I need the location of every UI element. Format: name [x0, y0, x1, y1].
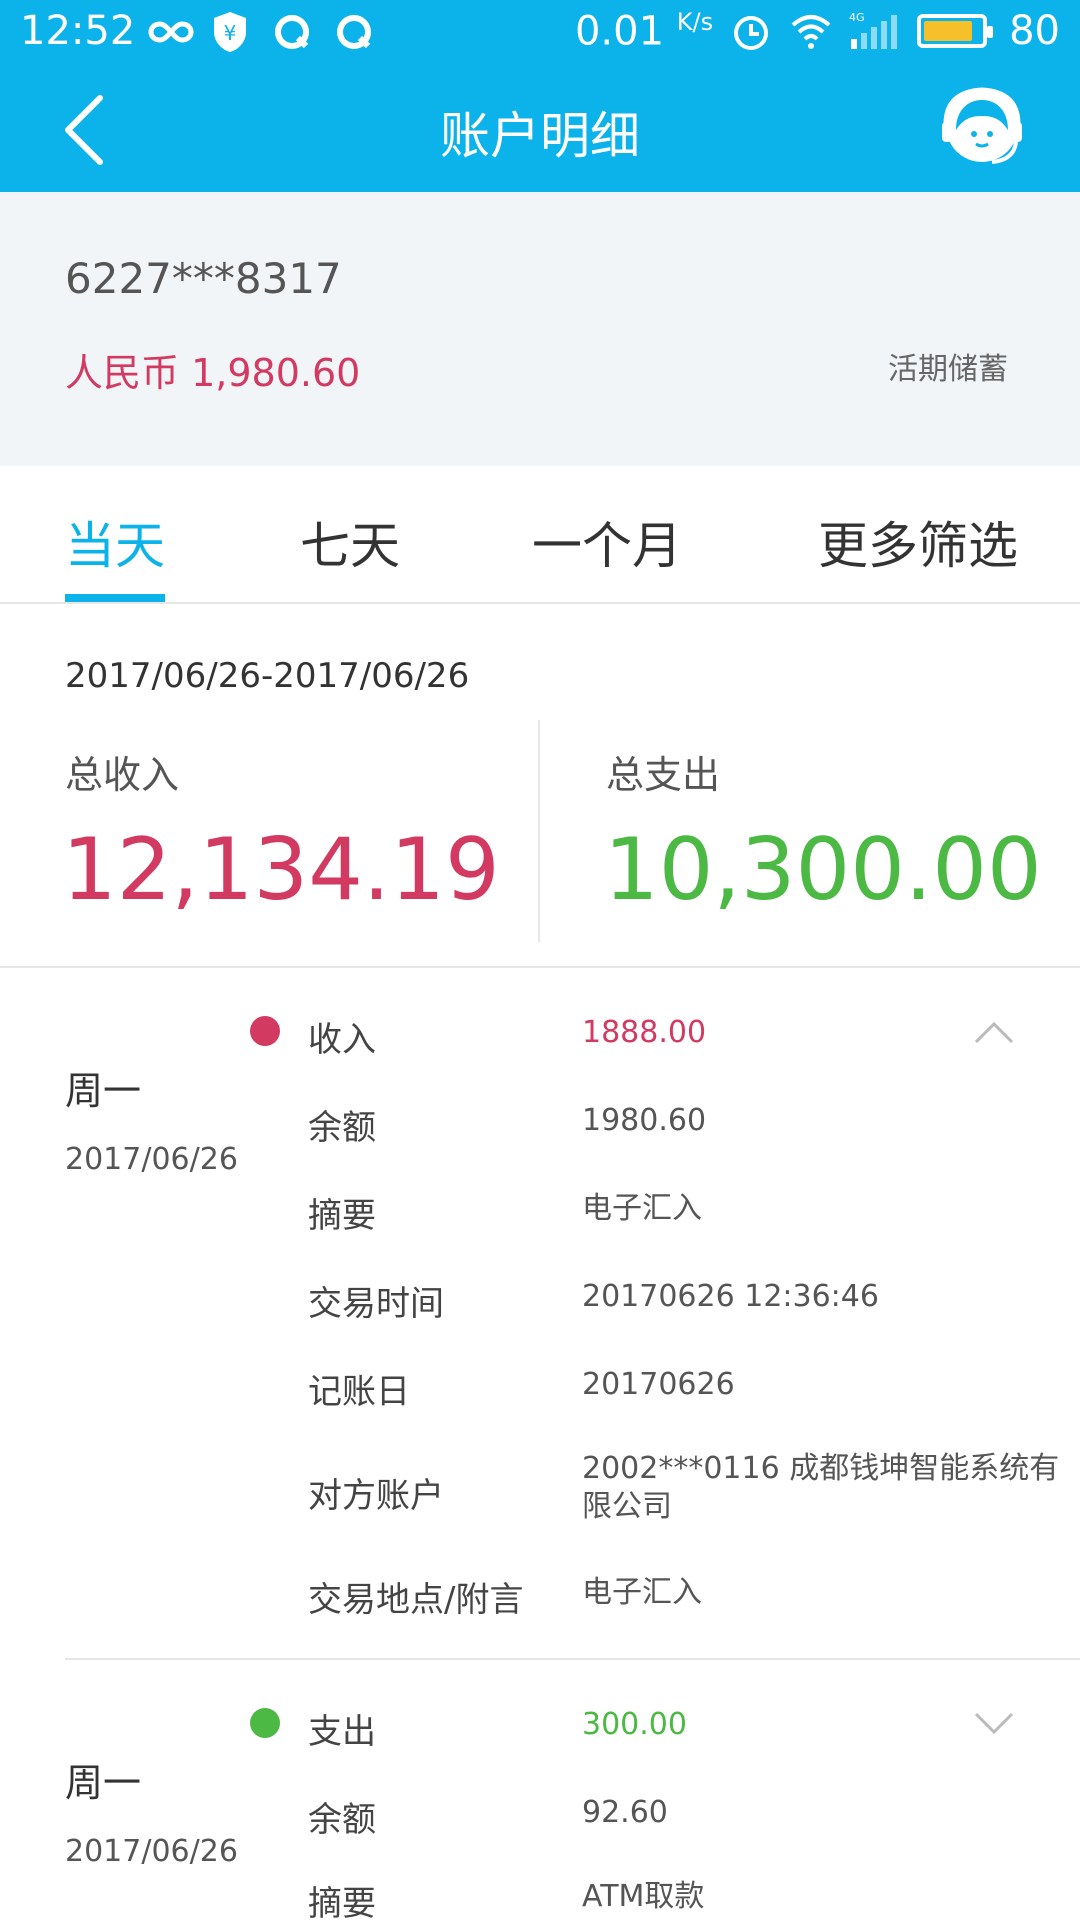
detail-value-balance: 1980.60 — [582, 1103, 707, 1138]
total-expense-value: 10,300.00 — [604, 820, 1042, 920]
detail-value-balance: 92.60 — [582, 1795, 668, 1830]
svg-text:¥: ¥ — [224, 21, 237, 45]
income-dot-icon — [250, 1016, 280, 1046]
status-left-icons: ¥ — [148, 10, 378, 54]
transaction-date: 2017/06/26 — [65, 1142, 238, 1177]
expense-dot-icon — [250, 1708, 280, 1738]
battery-level: 80 — [1009, 8, 1060, 55]
active-tab-indicator — [65, 594, 165, 602]
total-income-value: 12,134.19 — [62, 820, 500, 920]
total-expense-label: 总支出 — [606, 753, 721, 797]
transaction-date: 2017/06/26 — [65, 1834, 238, 1869]
detail-label-summary: 摘要 — [308, 1884, 376, 1924]
detail-label-counterparty: 对方账户 — [308, 1476, 444, 1516]
detail-label-balance: 余额 — [308, 1800, 376, 1840]
transaction-weekday: 周一 — [65, 1069, 142, 1113]
tab-today[interactable]: 当天 — [65, 506, 165, 578]
tab-one-month[interactable]: 一个月 — [532, 506, 682, 578]
status-right: 0.01 K/s 4G 80 — [575, 8, 1060, 54]
status-time: 12:52 — [20, 8, 136, 54]
q-icon — [272, 10, 316, 54]
detail-value-time: 20170626 12:36:46 — [582, 1279, 879, 1314]
detail-label-balance: 余额 — [308, 1108, 376, 1148]
detail-value-summary: ATM取款 — [582, 1879, 705, 1914]
battery-icon — [917, 14, 994, 49]
account-type: 活期储蓄 — [888, 352, 1008, 387]
detail-value-location-note: 电子汇入 — [582, 1575, 702, 1610]
page-title: 账户明细 — [440, 107, 640, 165]
detail-label-time: 交易时间 — [308, 1284, 444, 1324]
chevron-up-icon[interactable] — [974, 1020, 1014, 1044]
customer-service-icon[interactable] — [942, 86, 1022, 170]
detail-label-location-note: 交易地点/附言 — [308, 1580, 524, 1620]
svg-text:4G: 4G — [849, 11, 865, 24]
detail-value-counterparty: 2002***0116 成都钱坤智能系统有限公司 — [582, 1451, 1060, 1524]
net-speed: 0.01 K/s — [574, 8, 714, 55]
detail-value-summary: 电子汇入 — [582, 1191, 702, 1226]
status-bar: 12:52 ¥ 0.01 K/s 4G 80 — [0, 0, 1080, 66]
account-number: 6227***8317 — [65, 254, 342, 303]
wifi-icon — [789, 9, 833, 53]
detail-label-summary: 摘要 — [308, 1196, 376, 1236]
date-range: 2017/06/26-2017/06/26 — [65, 656, 470, 696]
detail-label-posting-date: 记账日 — [308, 1372, 410, 1412]
transaction-item[interactable]: 周一 2017/06/26 支出 300.00 余额 92.60 摘要 ATM取… — [0, 1660, 1080, 1924]
signal-4g-icon: 4G — [849, 9, 901, 53]
transaction-kind: 收入 — [308, 1020, 376, 1060]
transaction-item[interactable]: 周一 2017/06/26 收入 1888.00 余额 1980.60 摘要 电… — [0, 968, 1080, 1658]
alarm-icon — [729, 9, 773, 53]
shield-yen-icon: ¥ — [210, 10, 254, 54]
tab-seven-days[interactable]: 七天 — [300, 506, 400, 578]
app-header: 12:52 ¥ 0.01 K/s 4G 80 账户明细 — [0, 0, 1080, 192]
infinity-icon — [148, 10, 194, 54]
period-tabs: 当天 七天 一个月 更多筛选 — [0, 466, 1080, 604]
chevron-down-icon[interactable] — [974, 1712, 1014, 1736]
tab-more-filters[interactable]: 更多筛选 — [818, 506, 1018, 578]
account-card: 6227***8317 人民币 1,980.60 活期储蓄 — [0, 192, 1080, 466]
total-income-label: 总收入 — [65, 753, 180, 797]
transaction-weekday: 周一 — [65, 1761, 142, 1805]
summary-divider — [538, 720, 540, 942]
q-icon — [334, 10, 378, 54]
transaction-kind: 支出 — [308, 1712, 376, 1752]
account-balance: 人民币 1,980.60 — [65, 351, 361, 395]
detail-value-posting-date: 20170626 — [582, 1367, 735, 1402]
nav-bar: 账户明细 — [0, 66, 1080, 192]
